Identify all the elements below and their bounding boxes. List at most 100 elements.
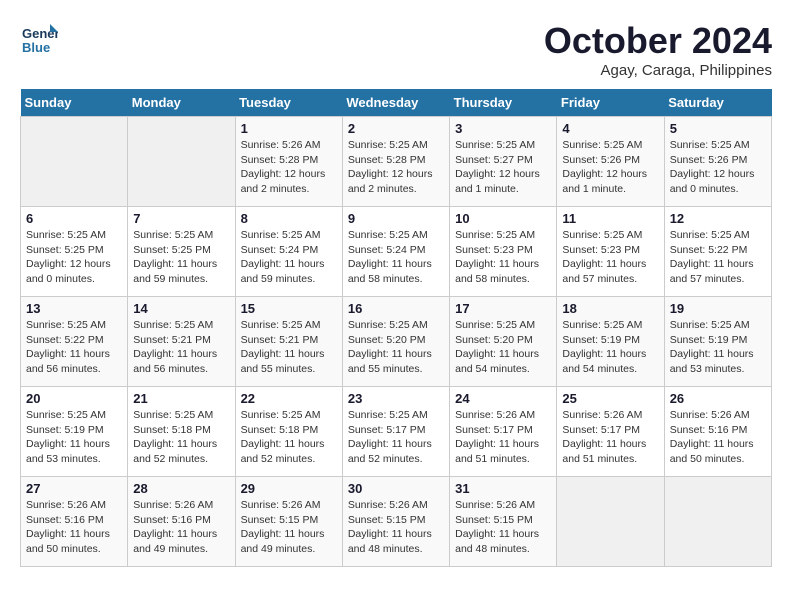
title-block: October 2024 Agay, Caraga, Philippines — [544, 20, 772, 79]
day-detail: Sunrise: 5:25 AMSunset: 5:23 PMDaylight:… — [562, 228, 658, 287]
day-number: 28 — [133, 481, 229, 496]
day-number: 12 — [670, 211, 766, 226]
day-number: 7 — [133, 211, 229, 226]
calendar-cell: 30 Sunrise: 5:26 AMSunset: 5:15 PMDayligh… — [342, 477, 449, 567]
calendar-cell — [557, 477, 664, 567]
logo-icon: General Blue — [20, 20, 58, 58]
calendar-cell — [21, 117, 128, 207]
calendar-week-row: 13Sunrise: 5:25 AMSunset: 5:22 PMDayligh… — [21, 297, 772, 387]
day-number: 2 — [348, 121, 444, 136]
calendar-cell: 28 Sunrise: 5:26 AMSunset: 5:16 PMDayligh… — [128, 477, 235, 567]
day-detail: Sunrise: 5:26 AMSunset: 5:16 PMDaylight:… — [133, 498, 229, 557]
calendar-week-row: 6 Sunrise: 5:25 AMSunset: 5:25 PMDaylight… — [21, 207, 772, 297]
day-number: 15 — [241, 301, 337, 316]
calendar-cell — [128, 117, 235, 207]
day-detail: Sunrise: 5:26 AMSunset: 5:16 PMDaylight:… — [670, 408, 766, 467]
calendar-cell: 29 Sunrise: 5:26 AMSunset: 5:15 PMDayligh… — [235, 477, 342, 567]
day-number: 24 — [455, 391, 551, 406]
day-number: 1 — [241, 121, 337, 136]
day-number: 16 — [348, 301, 444, 316]
day-detail: Sunrise: 5:26 AMSunset: 5:15 PMDaylight:… — [455, 498, 551, 557]
calendar-cell: 31 Sunrise: 5:26 AMSunset: 5:15 PMDayligh… — [450, 477, 557, 567]
calendar-week-row: 1 Sunrise: 5:26 AMSunset: 5:28 PMDaylight… — [21, 117, 772, 207]
day-detail: Sunrise: 5:26 AMSunset: 5:15 PMDaylight:… — [241, 498, 337, 557]
calendar-cell: 2 Sunrise: 5:25 AMSunset: 5:28 PMDaylight… — [342, 117, 449, 207]
day-number: 9 — [348, 211, 444, 226]
day-number: 29 — [241, 481, 337, 496]
calendar-cell: 1 Sunrise: 5:26 AMSunset: 5:28 PMDaylight… — [235, 117, 342, 207]
day-detail: Sunrise: 5:26 AMSunset: 5:15 PMDaylight:… — [348, 498, 444, 557]
logo: General Blue — [20, 20, 58, 63]
calendar-cell: 10Sunrise: 5:25 AMSunset: 5:23 PMDayligh… — [450, 207, 557, 297]
day-number: 31 — [455, 481, 551, 496]
calendar-cell: 6 Sunrise: 5:25 AMSunset: 5:25 PMDaylight… — [21, 207, 128, 297]
day-detail: Sunrise: 5:25 AMSunset: 5:25 PMDaylight:… — [26, 228, 122, 287]
day-detail: Sunrise: 5:25 AMSunset: 5:19 PMDaylight:… — [670, 318, 766, 377]
day-detail: Sunrise: 5:26 AMSunset: 5:17 PMDaylight:… — [455, 408, 551, 467]
calendar-cell: 24 Sunrise: 5:26 AMSunset: 5:17 PMDayligh… — [450, 387, 557, 477]
day-detail: Sunrise: 5:25 AMSunset: 5:19 PMDaylight:… — [562, 318, 658, 377]
day-detail: Sunrise: 5:25 AMSunset: 5:18 PMDaylight:… — [133, 408, 229, 467]
day-detail: Sunrise: 5:25 AMSunset: 5:28 PMDaylight:… — [348, 138, 444, 197]
day-number: 25 — [562, 391, 658, 406]
calendar-cell: 8 Sunrise: 5:25 AMSunset: 5:24 PMDaylight… — [235, 207, 342, 297]
day-number: 3 — [455, 121, 551, 136]
calendar-cell: 5 Sunrise: 5:25 AMSunset: 5:26 PMDaylight… — [664, 117, 771, 207]
calendar-cell: 26 Sunrise: 5:26 AMSunset: 5:16 PMDayligh… — [664, 387, 771, 477]
location-subtitle: Agay, Caraga, Philippines — [544, 62, 772, 79]
day-number: 17 — [455, 301, 551, 316]
day-number: 8 — [241, 211, 337, 226]
calendar-table: SundayMondayTuesdayWednesdayThursdayFrid… — [20, 89, 772, 567]
day-detail: Sunrise: 5:25 AMSunset: 5:22 PMDaylight:… — [670, 228, 766, 287]
day-number: 6 — [26, 211, 122, 226]
day-detail: Sunrise: 5:25 AMSunset: 5:25 PMDaylight:… — [133, 228, 229, 287]
calendar-cell: 12 Sunrise: 5:25 AMSunset: 5:22 PMDayligh… — [664, 207, 771, 297]
day-detail: Sunrise: 5:25 AMSunset: 5:24 PMDaylight:… — [348, 228, 444, 287]
calendar-cell: 27Sunrise: 5:26 AMSunset: 5:16 PMDayligh… — [21, 477, 128, 567]
day-number: 14 — [133, 301, 229, 316]
day-number: 30 — [348, 481, 444, 496]
day-detail: Sunrise: 5:25 AMSunset: 5:24 PMDaylight:… — [241, 228, 337, 287]
day-number: 5 — [670, 121, 766, 136]
calendar-cell: 15Sunrise: 5:25 AMSunset: 5:21 PMDayligh… — [235, 297, 342, 387]
day-detail: Sunrise: 5:25 AMSunset: 5:26 PMDaylight:… — [562, 138, 658, 197]
day-number: 19 — [670, 301, 766, 316]
calendar-cell — [664, 477, 771, 567]
page-header: General Blue October 2024 Agay, Caraga, … — [20, 20, 772, 79]
calendar-cell: 7 Sunrise: 5:25 AMSunset: 5:25 PMDaylight… — [128, 207, 235, 297]
calendar-cell: 14 Sunrise: 5:25 AMSunset: 5:21 PMDayligh… — [128, 297, 235, 387]
day-detail: Sunrise: 5:26 AMSunset: 5:17 PMDaylight:… — [562, 408, 658, 467]
day-detail: Sunrise: 5:25 AMSunset: 5:21 PMDaylight:… — [133, 318, 229, 377]
day-detail: Sunrise: 5:25 AMSunset: 5:27 PMDaylight:… — [455, 138, 551, 197]
day-number: 23 — [348, 391, 444, 406]
day-detail: Sunrise: 5:25 AMSunset: 5:19 PMDaylight:… — [26, 408, 122, 467]
calendar-cell: 11Sunrise: 5:25 AMSunset: 5:23 PMDayligh… — [557, 207, 664, 297]
calendar-cell: 22Sunrise: 5:25 AMSunset: 5:18 PMDayligh… — [235, 387, 342, 477]
calendar-cell: 4 Sunrise: 5:25 AMSunset: 5:26 PMDaylight… — [557, 117, 664, 207]
day-number: 26 — [670, 391, 766, 406]
svg-text:Blue: Blue — [22, 40, 50, 55]
calendar-header-row: SundayMondayTuesdayWednesdayThursdayFrid… — [21, 89, 772, 117]
day-number: 4 — [562, 121, 658, 136]
day-number: 20 — [26, 391, 122, 406]
day-detail: Sunrise: 5:25 AMSunset: 5:20 PMDaylight:… — [348, 318, 444, 377]
calendar-cell: 3 Sunrise: 5:25 AMSunset: 5:27 PMDaylight… — [450, 117, 557, 207]
calendar-cell: 17 Sunrise: 5:25 AMSunset: 5:20 PMDayligh… — [450, 297, 557, 387]
calendar-cell: 9 Sunrise: 5:25 AMSunset: 5:24 PMDaylight… — [342, 207, 449, 297]
calendar-week-row: 27Sunrise: 5:26 AMSunset: 5:16 PMDayligh… — [21, 477, 772, 567]
day-number: 21 — [133, 391, 229, 406]
calendar-cell: 23Sunrise: 5:25 AMSunset: 5:17 PMDayligh… — [342, 387, 449, 477]
month-title: October 2024 — [544, 20, 772, 62]
calendar-cell: 18 Sunrise: 5:25 AMSunset: 5:19 PMDayligh… — [557, 297, 664, 387]
day-detail: Sunrise: 5:25 AMSunset: 5:26 PMDaylight:… — [670, 138, 766, 197]
day-header-saturday: Saturday — [664, 89, 771, 117]
day-header-wednesday: Wednesday — [342, 89, 449, 117]
day-header-tuesday: Tuesday — [235, 89, 342, 117]
calendar-cell: 25 Sunrise: 5:26 AMSunset: 5:17 PMDayligh… — [557, 387, 664, 477]
calendar-cell: 13Sunrise: 5:25 AMSunset: 5:22 PMDayligh… — [21, 297, 128, 387]
day-detail: Sunrise: 5:26 AMSunset: 5:28 PMDaylight:… — [241, 138, 337, 197]
day-detail: Sunrise: 5:25 AMSunset: 5:23 PMDaylight:… — [455, 228, 551, 287]
day-detail: Sunrise: 5:25 AMSunset: 5:20 PMDaylight:… — [455, 318, 551, 377]
calendar-cell: 16 Sunrise: 5:25 AMSunset: 5:20 PMDayligh… — [342, 297, 449, 387]
day-number: 18 — [562, 301, 658, 316]
